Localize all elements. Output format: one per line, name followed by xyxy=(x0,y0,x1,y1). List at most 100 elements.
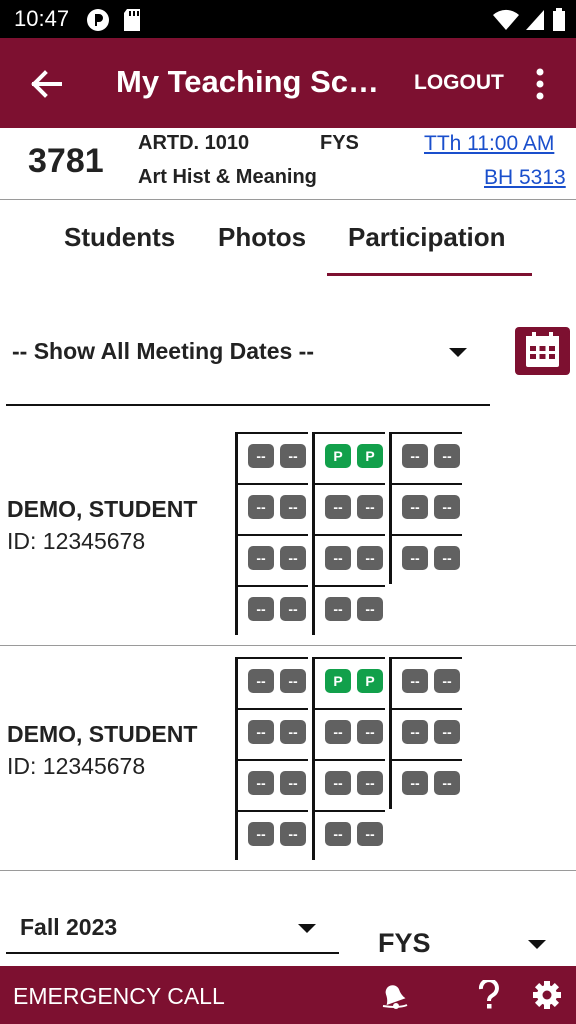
attendance-chip[interactable]: -- xyxy=(280,720,306,744)
grid-divider xyxy=(392,657,462,659)
wifi-icon xyxy=(493,9,519,30)
course-code: ARTD. 1010 xyxy=(138,132,250,154)
back-arrow-icon[interactable] xyxy=(26,64,66,104)
grid-divider xyxy=(238,759,308,761)
more-options-icon[interactable] xyxy=(528,66,552,102)
attendance-grid: -- -- P P -- -- -- -- -- -- -- -- -- -- -- -- -- -- -- -- --… xyxy=(0,422,576,646)
term-dropdown-label: Fall 2023 xyxy=(20,914,118,940)
calendar-button[interactable] xyxy=(515,327,570,375)
tab-photos[interactable]: Photos xyxy=(218,222,306,253)
tab-participation[interactable]: Participation xyxy=(348,222,505,253)
attendance-chip[interactable]: -- xyxy=(248,720,274,744)
tab-students[interactable]: Students xyxy=(64,222,175,253)
attendance-chip[interactable]: -- xyxy=(280,771,306,795)
course-type-dropdown-label: FYS xyxy=(378,928,431,958)
grid-divider xyxy=(238,585,308,587)
help-icon[interactable] xyxy=(478,980,500,1010)
attendance-chip[interactable]: -- xyxy=(434,495,460,519)
calendar-icon xyxy=(526,332,559,367)
attendance-chip[interactable]: -- xyxy=(357,495,383,519)
grid-divider xyxy=(315,534,385,536)
attendance-chip[interactable]: -- xyxy=(248,597,274,621)
meeting-date-dropdown[interactable]: -- Show All Meeting Dates -- xyxy=(6,326,490,406)
course-type: FYS xyxy=(320,132,359,154)
attendance-chip[interactable]: -- xyxy=(325,822,351,846)
attendance-chip[interactable]: -- xyxy=(325,597,351,621)
course-header: 3781 ARTD. 1010 Art Hist & Meaning FYS T… xyxy=(0,128,576,200)
attendance-chip[interactable]: -- xyxy=(325,546,351,570)
tab-bar: Students Photos Participation xyxy=(0,200,576,280)
signal-icon xyxy=(526,10,544,30)
grid-divider xyxy=(315,585,385,587)
attendance-chip[interactable]: -- xyxy=(280,822,306,846)
page-title: My Teaching Sch... xyxy=(116,64,388,99)
battery-icon xyxy=(553,8,565,31)
attendance-chip[interactable]: -- xyxy=(280,546,306,570)
bell-icon[interactable] xyxy=(378,980,410,1012)
student-row[interactable]: DEMO, STUDENT ID: 12345678 -- -- P P -- -- -- -… xyxy=(0,422,576,646)
grid-divider xyxy=(392,432,462,434)
grid-divider xyxy=(238,432,308,434)
grid-divider xyxy=(392,483,462,485)
attendance-chip[interactable]: -- xyxy=(280,597,306,621)
attendance-chip[interactable]: -- xyxy=(357,771,383,795)
course-number: 3781 xyxy=(28,142,104,180)
student-row[interactable]: DEMO, STUDENT ID: 12345678 -- -- P P -- -- -- -… xyxy=(0,647,576,871)
active-tab-indicator xyxy=(327,273,532,276)
attendance-chip[interactable]: -- xyxy=(280,495,306,519)
attendance-chip[interactable]: -- xyxy=(248,495,274,519)
attendance-chip[interactable]: -- xyxy=(357,720,383,744)
term-dropdown[interactable]: Fall 2023 xyxy=(6,900,339,954)
attendance-chip[interactable]: -- xyxy=(325,720,351,744)
grid-divider xyxy=(238,483,308,485)
settings-gear-icon[interactable] xyxy=(532,980,562,1010)
logout-button[interactable]: LOGOUT xyxy=(414,71,504,95)
attendance-chip[interactable]: -- xyxy=(248,669,274,693)
attendance-chip[interactable]: -- xyxy=(248,822,274,846)
attendance-chip[interactable]: -- xyxy=(280,444,306,468)
attendance-chip[interactable]: -- xyxy=(402,669,428,693)
attendance-chip[interactable]: -- xyxy=(248,771,274,795)
grid-divider xyxy=(238,657,308,659)
app-notification-icon xyxy=(87,9,109,31)
attendance-chip[interactable]: -- xyxy=(248,546,274,570)
dropdown-arrow-icon xyxy=(449,348,467,357)
grid-divider xyxy=(392,534,462,536)
attendance-chip[interactable]: -- xyxy=(434,771,460,795)
attendance-chip[interactable]: -- xyxy=(357,597,383,621)
grid-divider xyxy=(315,432,385,434)
course-type-dropdown[interactable]: FYS xyxy=(350,918,576,966)
attendance-chip[interactable]: -- xyxy=(434,546,460,570)
attendance-chip[interactable]: -- xyxy=(248,444,274,468)
attendance-chip[interactable]: -- xyxy=(402,444,428,468)
grid-divider xyxy=(389,432,392,584)
attendance-chip[interactable]: -- xyxy=(402,720,428,744)
attendance-chip[interactable]: -- xyxy=(280,669,306,693)
app-bar: My Teaching Sch... LOGOUT xyxy=(0,38,576,128)
grid-divider xyxy=(392,759,462,761)
attendance-chip[interactable]: -- xyxy=(402,771,428,795)
room-link[interactable]: BH 5313 xyxy=(484,166,566,190)
attendance-chip[interactable]: -- xyxy=(434,669,460,693)
course-name: Art Hist & Meaning xyxy=(138,166,317,188)
attendance-chip[interactable]: -- xyxy=(325,771,351,795)
app-root: 10:47 My Teaching Sch... LOGOUT 3781 ART… xyxy=(0,0,576,1024)
present-chip[interactable]: P xyxy=(357,444,383,468)
attendance-chip[interactable]: -- xyxy=(325,495,351,519)
attendance-chip[interactable]: -- xyxy=(434,444,460,468)
meeting-date-dropdown-label: -- Show All Meeting Dates -- xyxy=(12,338,314,364)
grid-divider xyxy=(392,708,462,710)
meeting-time-link[interactable]: TTh 11:00 AM xyxy=(424,132,554,156)
grid-divider xyxy=(315,483,385,485)
attendance-chip[interactable]: -- xyxy=(434,720,460,744)
attendance-chip[interactable]: -- xyxy=(357,822,383,846)
dropdown-arrow-icon xyxy=(528,940,546,949)
present-chip[interactable]: P xyxy=(357,669,383,693)
present-chip[interactable]: P xyxy=(325,669,351,693)
grid-divider xyxy=(315,810,385,812)
attendance-chip[interactable]: -- xyxy=(402,546,428,570)
emergency-call-button[interactable]: EMERGENCY CALL xyxy=(13,983,225,1010)
attendance-chip[interactable]: -- xyxy=(402,495,428,519)
attendance-chip[interactable]: -- xyxy=(357,546,383,570)
present-chip[interactable]: P xyxy=(325,444,351,468)
